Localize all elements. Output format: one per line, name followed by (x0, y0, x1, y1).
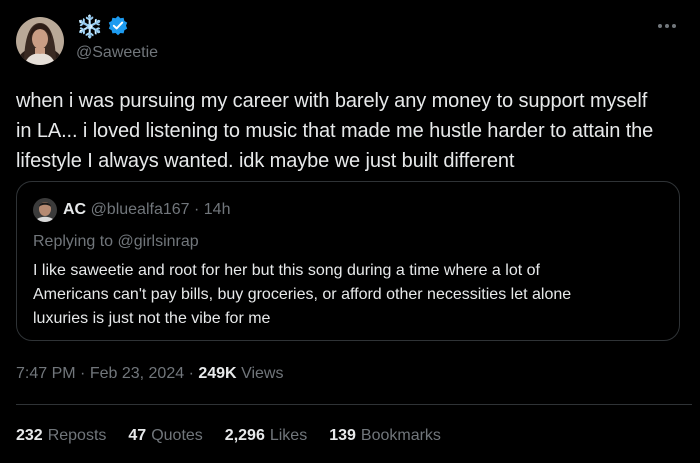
quoted-author-avatar[interactable] (33, 198, 57, 222)
tweet-text-line: in LA... i loved listening to music that… (16, 120, 654, 142)
tweet-card: ❄️ @Saweetie when i was pursuing my care… (0, 0, 700, 463)
bookmarks-count: 139 (329, 427, 356, 444)
views-count: 249K (198, 365, 237, 382)
quotes-stat[interactable]: 47 Quotes (128, 426, 202, 446)
tweet-time[interactable]: 7:47 PM (16, 365, 76, 382)
reposts-label: Reposts (47, 427, 107, 444)
views-label: Views (241, 365, 284, 382)
author-avatar[interactable] (16, 17, 64, 65)
author-handle[interactable]: @Saweetie (76, 43, 158, 63)
tweet-text: when i was pursuing my career with barel… (16, 86, 692, 176)
likes-label: Likes (269, 427, 308, 444)
quoted-text-line: I like saweetie and root for her but thi… (33, 262, 540, 279)
quoted-tweet[interactable]: AC @bluealfa167 · 14h Replying to @girls… (16, 181, 680, 341)
reposts-stat[interactable]: 232 Reposts (16, 426, 106, 446)
quotes-count: 47 (128, 427, 147, 444)
bookmarks-label: Bookmarks (360, 427, 441, 444)
more-options-icon[interactable] (658, 16, 676, 36)
replying-to: Replying to @girlsinrap (33, 233, 199, 250)
quoted-avatar-image (33, 198, 57, 222)
tweet-text-line: when i was pursuing my career with barel… (16, 90, 648, 112)
engagement-stats: 232 Reposts 47 Quotes 2,296 Likes 139 Bookma… (16, 426, 441, 446)
verified-badge-icon (107, 15, 129, 42)
meta-separator: · (188, 365, 194, 382)
snowflake-emoji: ❄️ (76, 15, 104, 40)
quoted-text-line: luxuries is just not the vibe for me (33, 310, 271, 327)
divider-top (16, 404, 692, 405)
bookmarks-stat[interactable]: 139 Bookmarks (329, 426, 441, 446)
quoted-author-handle[interactable]: @bluealfa167 (91, 201, 190, 218)
meta-separator: · (80, 365, 86, 382)
quotes-label: Quotes (151, 427, 203, 444)
tweet-text-line: lifestyle I always wanted. idk maybe we … (16, 150, 515, 172)
author-name-row[interactable]: ❄️ (76, 15, 129, 42)
quoted-header: AC @bluealfa167 · 14h (63, 200, 230, 220)
tweet-meta: 7:47 PM · Feb 23, 2024 · 249K Views (16, 364, 283, 384)
quoted-text-line: Americans can't pay bills, buy groceries… (33, 286, 572, 303)
quoted-separator: · (194, 201, 200, 218)
quoted-text: I like saweetie and root for her but thi… (33, 259, 673, 331)
reposts-count: 232 (16, 427, 43, 444)
likes-count: 2,296 (224, 427, 265, 444)
likes-stat[interactable]: 2,296 Likes (225, 426, 307, 446)
quoted-author-name[interactable]: AC (63, 201, 86, 218)
avatar-image (16, 17, 64, 65)
quoted-time[interactable]: 14h (204, 201, 231, 218)
tweet-date[interactable]: Feb 23, 2024 (90, 365, 184, 382)
